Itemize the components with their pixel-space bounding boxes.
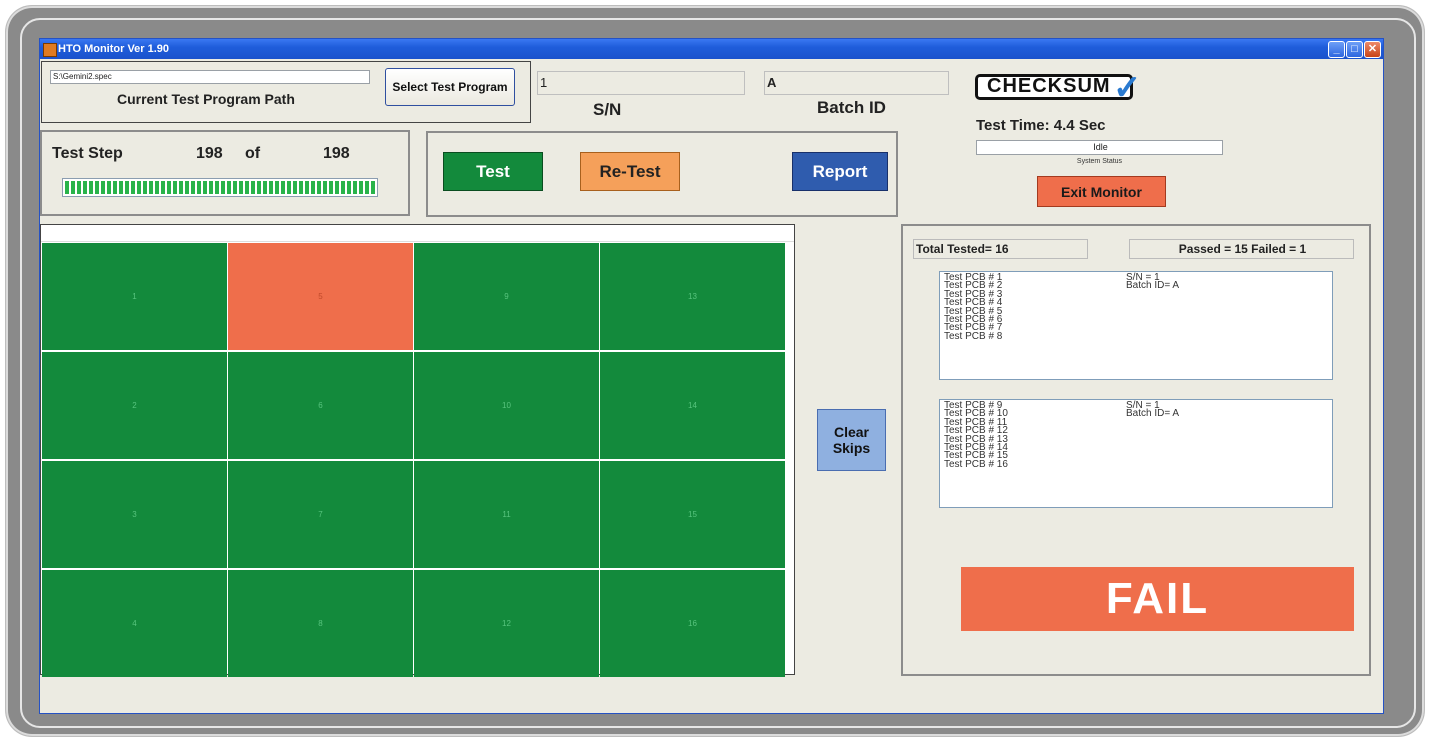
check-icon: ✓ (1113, 69, 1142, 107)
test-step-current: 198 (196, 145, 223, 162)
pcb-list-1[interactable]: Test PCB # 1 Test PCB # 2 Test PCB # 3 Test… (939, 271, 1333, 380)
app-icon (43, 43, 57, 57)
pcb-cell[interactable]: 13 (600, 243, 785, 350)
test-step-group (40, 130, 410, 216)
passed-failed-field: Passed = 15 Failed = 1 (1129, 239, 1354, 259)
panel2-batch: Batch ID= A (1126, 408, 1180, 420)
pcb-cell[interactable]: 5 (228, 243, 413, 350)
progress-fill (65, 181, 375, 194)
title-bar[interactable]: HTO Monitor Ver 1.90 _ □ ✕ (40, 39, 1383, 59)
pcb-cell[interactable]: 10 (414, 352, 599, 459)
clear-skips-button[interactable]: Clear Skips (817, 409, 886, 471)
grid-header-row (41, 225, 794, 242)
batch-id-field[interactable]: A (764, 71, 949, 95)
close-button[interactable]: ✕ (1364, 41, 1381, 58)
pcb-cell[interactable]: 15 (600, 461, 785, 568)
pcb-cell[interactable]: 8 (228, 570, 413, 677)
serial-number-label: S/N (593, 100, 622, 119)
maximize-button[interactable]: □ (1346, 41, 1363, 58)
system-status-field: Idle (976, 140, 1223, 155)
pcb-cell[interactable]: 12 (414, 570, 599, 677)
pcb-cell[interactable]: 1 (42, 243, 227, 350)
pcb-list-2[interactable]: Test PCB # 9 Test PCB # 10 Test PCB # 11 Te… (939, 399, 1333, 508)
test-time-label: Test Time: 4.4 Sec (976, 117, 1106, 134)
retest-button[interactable]: Re-Test (580, 152, 680, 191)
logo-text: CHECKSUM (987, 75, 1111, 97)
pcb-cell[interactable]: 9 (414, 243, 599, 350)
pcb-list-item: Test PCB # 8 (944, 330, 1003, 342)
test-button[interactable]: Test (443, 152, 543, 191)
total-tested-field: Total Tested= 16 (913, 239, 1088, 259)
pcb-cell[interactable]: 7 (228, 461, 413, 568)
test-step-label: Test Step (52, 145, 123, 162)
pcb-grid: 1 5 9 13 2 6 10 14 3 7 11 15 4 8 12 16 (40, 224, 795, 677)
test-step-total: 198 (323, 145, 350, 162)
batch-id-label: Batch ID (817, 98, 886, 117)
window-title: HTO Monitor Ver 1.90 (58, 43, 170, 55)
pcb-cell[interactable]: 2 (42, 352, 227, 459)
report-button[interactable]: Report (792, 152, 888, 191)
pcb-cell[interactable]: 14 (600, 352, 785, 459)
checksum-logo: CHECKSUM ✓ (975, 69, 1145, 107)
pcb-cell[interactable]: 16 (600, 570, 785, 677)
pcb-cell[interactable]: 3 (42, 461, 227, 568)
pcb-cell[interactable]: 4 (42, 570, 227, 677)
select-test-program-button[interactable]: Select Test Program (385, 68, 515, 106)
system-status-label: System Status (1076, 158, 1123, 165)
minimize-button[interactable]: _ (1328, 41, 1345, 58)
serial-number-field[interactable]: 1 (537, 71, 745, 95)
pcb-cell[interactable]: 6 (228, 352, 413, 459)
test-step-of: of (245, 145, 261, 162)
pcb-list-item: Test PCB # 16 (944, 458, 1008, 470)
exit-monitor-button[interactable]: Exit Monitor (1037, 176, 1166, 207)
test-step-progress-bar (62, 178, 378, 197)
program-path-label: Current Test Program Path (117, 91, 295, 107)
panel1-batch: Batch ID= A (1126, 280, 1180, 292)
result-banner: FAIL (961, 567, 1354, 631)
pcb-cell[interactable]: 11 (414, 461, 599, 568)
program-path-field[interactable]: S:\Gemini2.spec (50, 70, 370, 84)
